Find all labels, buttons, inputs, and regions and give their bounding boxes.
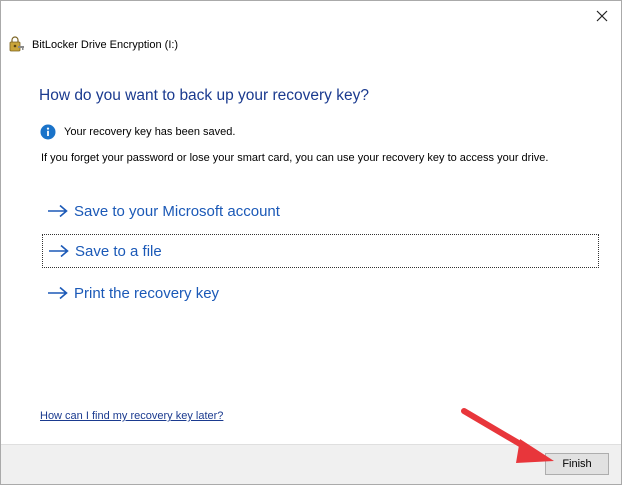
window-title: BitLocker Drive Encryption (I:) [32,39,179,51]
title-bar: BitLocker Drive Encryption (I:) [7,36,178,54]
option-save-microsoft-account[interactable]: Save to your Microsoft account [42,194,599,228]
finish-button[interactable]: Finish [545,453,609,475]
option-print-recovery-key[interactable]: Print the recovery key [42,276,599,310]
help-link-find-recovery-key[interactable]: How can I find my recovery key later? [40,410,223,422]
right-arrow-icon [47,286,69,300]
option-label: Save to a file [75,242,162,260]
close-button[interactable] [589,5,615,27]
saved-status: Your recovery key has been saved. [40,124,235,140]
option-label: Save to your Microsoft account [74,202,280,220]
info-icon [40,124,56,140]
option-label: Print the recovery key [74,284,220,302]
option-save-to-file[interactable]: Save to a file [42,234,599,268]
close-icon [596,10,608,22]
dialog-footer [1,444,621,484]
description-text: If you forget your password or lose your… [41,152,549,164]
bitlocker-key-icon [7,36,25,54]
right-arrow-icon [48,244,70,258]
right-arrow-icon [47,204,69,218]
page-heading: How do you want to back up your recovery… [39,87,369,104]
saved-message: Your recovery key has been saved. [64,126,236,138]
bitlocker-dialog: BitLocker Drive Encryption (I:) How do y… [0,0,622,485]
